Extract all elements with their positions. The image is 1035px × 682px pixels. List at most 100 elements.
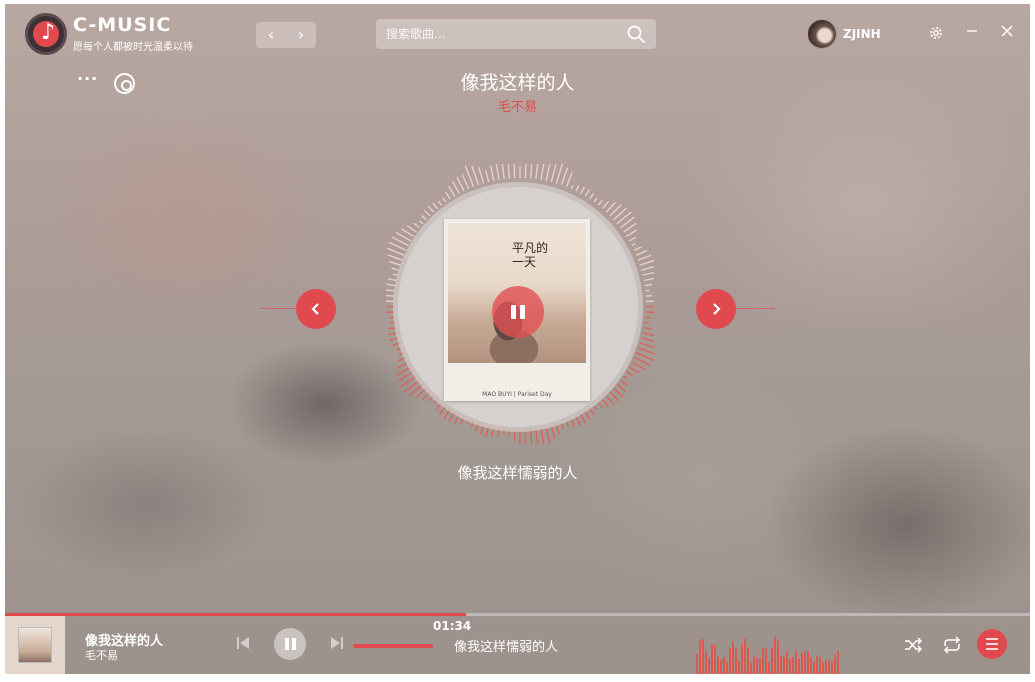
- next-song-button[interactable]: [696, 289, 736, 329]
- spectrum-bar: [708, 657, 710, 674]
- center-pause-button[interactable]: [492, 286, 544, 338]
- visualizer-bar: [637, 347, 654, 355]
- back-button[interactable]: ‹: [256, 22, 286, 48]
- previous-song-button[interactable]: [296, 289, 336, 329]
- spectrum-bar: [792, 656, 794, 674]
- play-pause-button[interactable]: [274, 628, 306, 660]
- visualizer-bar: [609, 391, 620, 402]
- spectrum-bar: [828, 660, 830, 674]
- visualizer-bar: [584, 411, 591, 420]
- spectrum-bar: [741, 644, 743, 674]
- visualizer-bar: [396, 361, 409, 370]
- forward-button[interactable]: ›: [286, 22, 316, 48]
- spectrum-bar: [831, 662, 833, 674]
- visualizer-bar: [387, 247, 405, 256]
- visualizer-bar: [387, 278, 397, 282]
- visualizer-bar: [388, 326, 397, 330]
- spectrum-bar: [747, 647, 749, 674]
- visualizer-bar: [471, 165, 480, 186]
- visualizer-bar: [421, 214, 427, 221]
- visualizer-bar: [550, 164, 557, 183]
- minimize-icon[interactable]: [963, 24, 981, 42]
- visualizer-bar: [501, 164, 505, 180]
- visualizer-bar: [435, 402, 443, 410]
- spectrum-bar: [822, 662, 824, 674]
- spectrum-bar: [720, 659, 722, 674]
- spectrum-bar: [816, 655, 818, 674]
- visualizer-bar: [593, 405, 598, 410]
- spectrum-bar: [774, 636, 776, 674]
- spectrum-bar: [783, 656, 785, 674]
- visualizer-bar: [453, 414, 460, 424]
- search-input[interactable]: [386, 19, 616, 49]
- visualizer-bar: [641, 337, 654, 343]
- spectrum-bar: [765, 648, 767, 674]
- visualizer-bar: [645, 316, 652, 319]
- search-icon[interactable]: [626, 24, 646, 44]
- visualizer-bar: [470, 420, 475, 428]
- visualizer-bar: [645, 311, 654, 314]
- visualizer-bar: [400, 228, 414, 238]
- visualizer-bar: [643, 326, 653, 330]
- visualizer-bar: [628, 236, 637, 242]
- settings-gear-icon[interactable]: [927, 24, 945, 42]
- spectrum-bar: [705, 651, 707, 674]
- spectrum-bar: [726, 662, 728, 674]
- visualizer-bar: [419, 220, 424, 225]
- spectrum-bar: [762, 647, 764, 674]
- visualizer-bar: [616, 383, 627, 392]
- visualizer-bar: [478, 167, 485, 184]
- visualizer-bar: [427, 205, 435, 213]
- repeat-icon[interactable]: [941, 634, 963, 656]
- visualizer-bar: [589, 408, 595, 416]
- visualizer-bar: [451, 180, 460, 194]
- avatar[interactable]: [807, 19, 837, 49]
- visualizer-bar: [443, 408, 451, 420]
- visualizer-bar: [570, 184, 574, 190]
- visualizer-bar: [626, 370, 634, 377]
- song-artist[interactable]: 毛不易: [5, 96, 1030, 115]
- visualizer-bar: [513, 164, 516, 179]
- progress-bar[interactable]: [5, 613, 1030, 616]
- visualizer-bar: [432, 202, 439, 210]
- spectrum-bar: [711, 644, 713, 674]
- visualizer-bar: [565, 420, 570, 427]
- visualizer-bar: [584, 189, 591, 197]
- spectrum-bar: [819, 656, 821, 674]
- visualizer-bar: [597, 402, 604, 409]
- previous-track-icon[interactable]: [236, 636, 250, 650]
- shuffle-icon[interactable]: [902, 634, 924, 656]
- visualizer-bar: [637, 254, 652, 261]
- volume-slider[interactable]: [353, 644, 433, 648]
- mini-album-thumbnail[interactable]: [5, 616, 65, 674]
- visualizer-bar: [484, 169, 490, 183]
- visualizer-bar: [605, 202, 616, 213]
- visualizer-bar: [545, 427, 551, 444]
- visualizer-bar: [490, 427, 495, 438]
- next-track-icon[interactable]: [330, 636, 344, 650]
- visualizer-bar: [433, 398, 439, 404]
- app-slogan: 愿每个人都被时光温柔以待: [73, 42, 193, 53]
- spectrum-bar: [714, 645, 716, 674]
- visualizer-bar: [635, 250, 648, 256]
- visualizer-bar: [475, 422, 480, 432]
- visualizer-bar: [580, 414, 587, 424]
- spectrum-bar: [795, 651, 797, 674]
- visualizer-bar: [502, 428, 505, 435]
- playlist-button[interactable]: [977, 629, 1007, 659]
- spectrum-bar: [753, 655, 755, 674]
- visualizer-bar: [529, 429, 533, 444]
- spectrum-bar: [756, 658, 758, 674]
- spectrum-bar: [702, 638, 704, 674]
- spectrum-bar: [810, 657, 812, 674]
- spectrum-bar: [786, 651, 788, 674]
- visualizer-bar: [601, 398, 610, 408]
- visualizer-bar: [388, 260, 401, 266]
- username[interactable]: ZJINH: [843, 27, 881, 41]
- visualizer-bar: [535, 428, 539, 444]
- elapsed-time: 01:34: [433, 619, 472, 633]
- close-icon[interactable]: [998, 24, 1016, 42]
- visualizer-bar: [570, 418, 576, 427]
- spectrum-bar: [699, 640, 701, 674]
- app-logo[interactable]: ♪: [25, 13, 67, 55]
